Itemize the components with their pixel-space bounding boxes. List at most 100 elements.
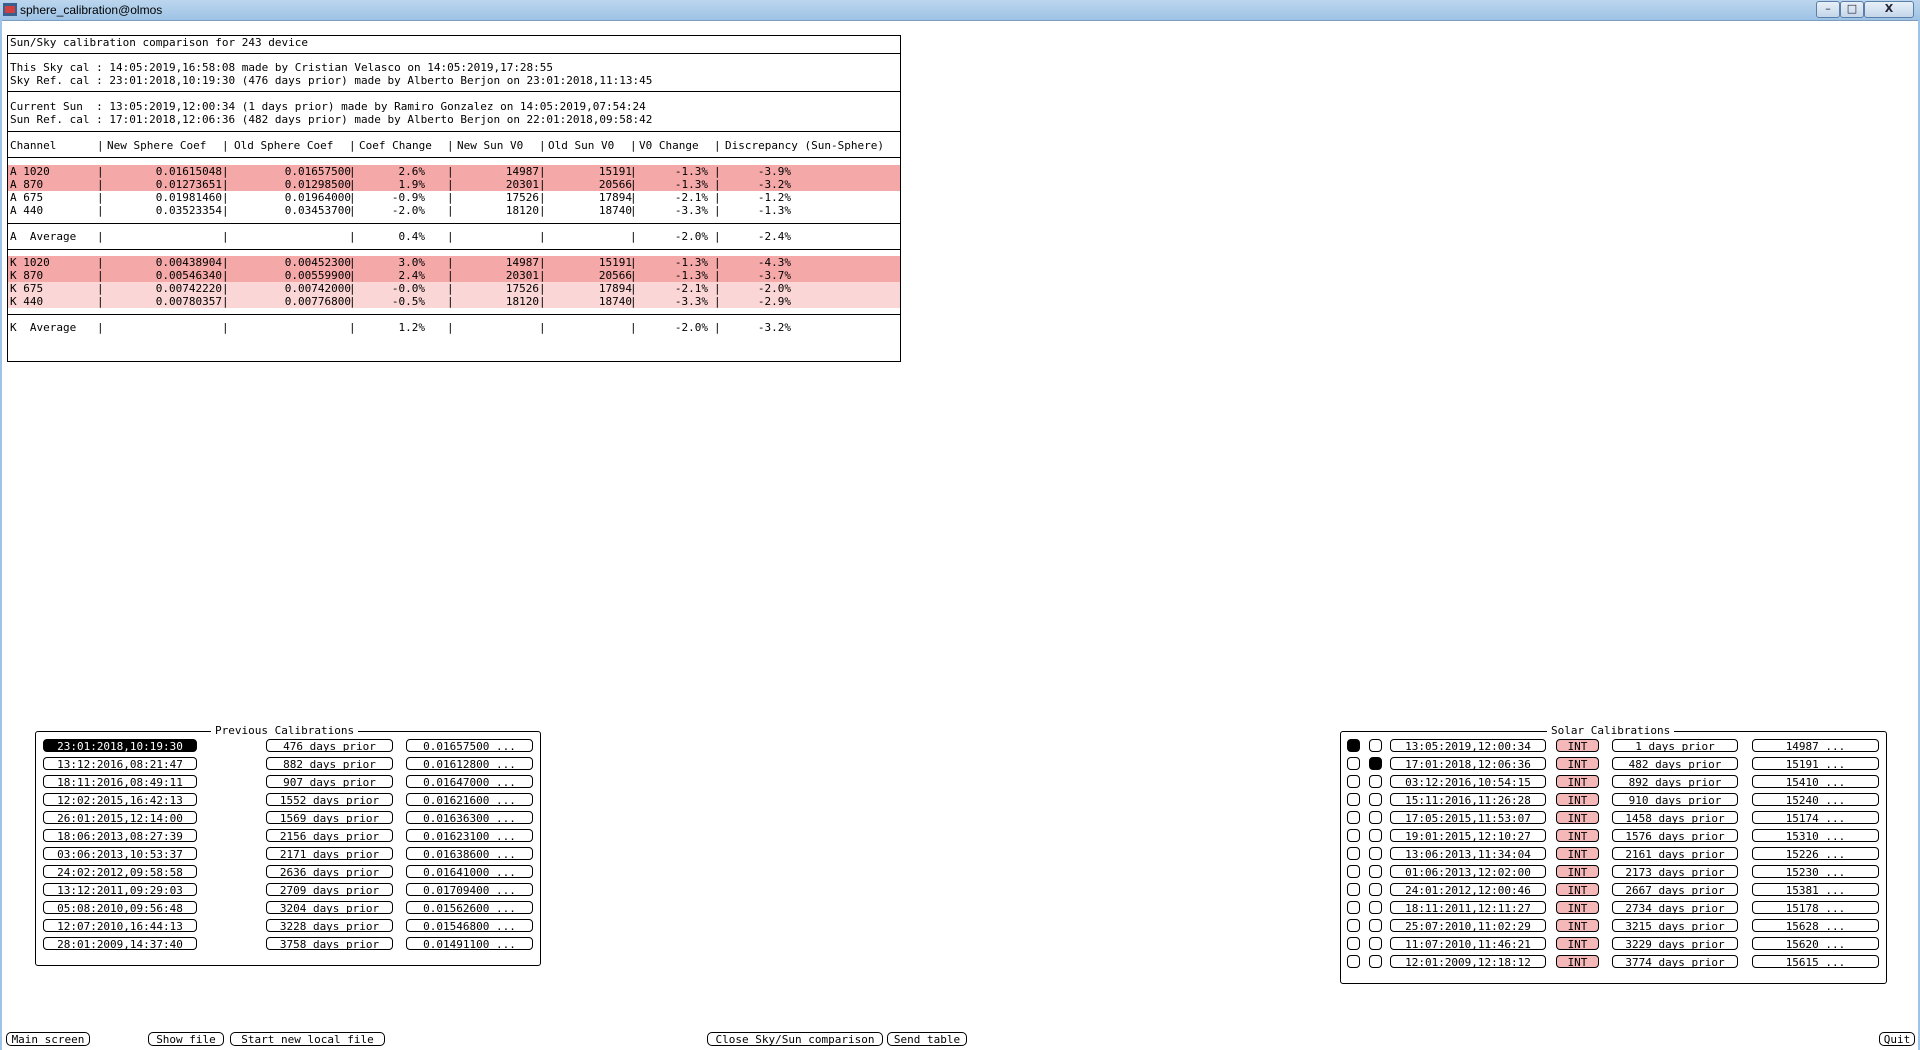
- solar-cal-int-badge[interactable]: INT: [1556, 901, 1599, 915]
- previous-cal-prior[interactable]: 3228 days prior: [266, 919, 393, 933]
- solar-cal-current-checkbox[interactable]: [1347, 901, 1360, 914]
- solar-cal-current-checkbox[interactable]: [1347, 793, 1360, 806]
- solar-cal-v0[interactable]: 15230 ...: [1752, 865, 1879, 879]
- start-new-local-file-button[interactable]: Start new local file: [230, 1032, 385, 1046]
- solar-cal-v0[interactable]: 15381 ...: [1752, 883, 1879, 897]
- solar-cal-int-badge[interactable]: INT: [1556, 883, 1599, 897]
- previous-cal-coef[interactable]: 0.01612800 ...: [406, 757, 533, 771]
- previous-cal-coef[interactable]: 0.01636300 ...: [406, 811, 533, 825]
- solar-cal-v0[interactable]: 15178 ...: [1752, 901, 1879, 915]
- previous-cal-coef[interactable]: 0.01657500 ...: [406, 739, 533, 753]
- previous-cal-coef[interactable]: 0.01562600 ...: [406, 901, 533, 915]
- solar-cal-date[interactable]: 25:07:2010,11:02:29: [1390, 919, 1546, 933]
- solar-cal-reference-checkbox[interactable]: [1369, 901, 1382, 914]
- solar-cal-reference-checkbox[interactable]: [1369, 793, 1382, 806]
- solar-cal-prior[interactable]: 1458 days prior: [1612, 811, 1738, 825]
- solar-cal-reference-checkbox[interactable]: [1369, 937, 1382, 950]
- solar-cal-int-badge[interactable]: INT: [1556, 775, 1599, 789]
- solar-cal-current-checkbox[interactable]: [1347, 811, 1360, 824]
- previous-cal-prior[interactable]: 907 days prior: [266, 775, 393, 789]
- solar-cal-prior[interactable]: 3229 days prior: [1612, 937, 1738, 951]
- solar-cal-date[interactable]: 17:01:2018,12:06:36: [1390, 757, 1546, 771]
- solar-cal-prior[interactable]: 2161 days prior: [1612, 847, 1738, 861]
- solar-cal-v0[interactable]: 14987 ...: [1752, 739, 1879, 753]
- solar-cal-int-badge[interactable]: INT: [1556, 919, 1599, 933]
- close-window-button[interactable]: X: [1864, 1, 1914, 18]
- previous-cal-prior[interactable]: 1569 days prior: [266, 811, 393, 825]
- solar-cal-date[interactable]: 24:01:2012,12:00:46: [1390, 883, 1546, 897]
- solar-cal-current-checkbox[interactable]: [1347, 739, 1360, 752]
- previous-cal-coef[interactable]: 0.01647000 ...: [406, 775, 533, 789]
- solar-cal-current-checkbox[interactable]: [1347, 847, 1360, 860]
- solar-cal-current-checkbox[interactable]: [1347, 883, 1360, 896]
- solar-cal-prior[interactable]: 2667 days prior: [1612, 883, 1738, 897]
- previous-cal-date[interactable]: 28:01:2009,14:37:40: [43, 937, 197, 951]
- previous-cal-date[interactable]: 18:06:2013,08:27:39: [43, 829, 197, 843]
- solar-cal-int-badge[interactable]: INT: [1556, 865, 1599, 879]
- previous-cal-prior[interactable]: 2636 days prior: [266, 865, 393, 879]
- solar-cal-date[interactable]: 15:11:2016,11:26:28: [1390, 793, 1546, 807]
- previous-cal-coef[interactable]: 0.01546800 ...: [406, 919, 533, 933]
- solar-cal-current-checkbox[interactable]: [1347, 955, 1360, 968]
- solar-cal-prior[interactable]: 910 days prior: [1612, 793, 1738, 807]
- solar-cal-reference-checkbox[interactable]: [1369, 811, 1382, 824]
- send-table-button[interactable]: Send table: [887, 1032, 967, 1046]
- solar-cal-date[interactable]: 13:06:2013,11:34:04: [1390, 847, 1546, 861]
- solar-cal-prior[interactable]: 892 days prior: [1612, 775, 1738, 789]
- solar-cal-prior[interactable]: 1576 days prior: [1612, 829, 1738, 843]
- solar-cal-int-badge[interactable]: INT: [1556, 739, 1599, 753]
- previous-cal-date[interactable]: 24:02:2012,09:58:58: [43, 865, 197, 879]
- solar-cal-current-checkbox[interactable]: [1347, 775, 1360, 788]
- solar-cal-reference-checkbox[interactable]: [1369, 847, 1382, 860]
- previous-cal-coef[interactable]: 0.01621600 ...: [406, 793, 533, 807]
- previous-cal-prior[interactable]: 882 days prior: [266, 757, 393, 771]
- previous-cal-date[interactable]: 23:01:2018,10:19:30: [43, 739, 197, 753]
- solar-cal-prior[interactable]: 3774 days prior: [1612, 955, 1738, 969]
- solar-cal-reference-checkbox[interactable]: [1369, 865, 1382, 878]
- minimize-button[interactable]: –: [1816, 1, 1840, 18]
- solar-cal-reference-checkbox[interactable]: [1369, 919, 1382, 932]
- solar-cal-v0[interactable]: 15240 ...: [1752, 793, 1879, 807]
- previous-cal-coef[interactable]: 0.01623100 ...: [406, 829, 533, 843]
- solar-cal-v0[interactable]: 15174 ...: [1752, 811, 1879, 825]
- solar-cal-int-badge[interactable]: INT: [1556, 937, 1599, 951]
- solar-cal-date[interactable]: 03:12:2016,10:54:15: [1390, 775, 1546, 789]
- previous-cal-prior[interactable]: 2171 days prior: [266, 847, 393, 861]
- solar-cal-current-checkbox[interactable]: [1347, 865, 1360, 878]
- previous-cal-date[interactable]: 26:01:2015,12:14:00: [43, 811, 197, 825]
- solar-cal-current-checkbox[interactable]: [1347, 757, 1360, 770]
- solar-cal-v0[interactable]: 15410 ...: [1752, 775, 1879, 789]
- solar-cal-reference-checkbox[interactable]: [1369, 955, 1382, 968]
- solar-cal-int-badge[interactable]: INT: [1556, 811, 1599, 825]
- solar-cal-int-badge[interactable]: INT: [1556, 847, 1599, 861]
- solar-cal-reference-checkbox[interactable]: [1369, 775, 1382, 788]
- solar-cal-v0[interactable]: 15191 ...: [1752, 757, 1879, 771]
- previous-cal-coef[interactable]: 0.01641000 ...: [406, 865, 533, 879]
- solar-cal-prior[interactable]: 482 days prior: [1612, 757, 1738, 771]
- close-comparison-button[interactable]: Close Sky/Sun comparison: [707, 1032, 883, 1046]
- solar-cal-prior[interactable]: 2173 days prior: [1612, 865, 1738, 879]
- solar-cal-date[interactable]: 17:05:2015,11:53:07: [1390, 811, 1546, 825]
- solar-cal-date[interactable]: 12:01:2009,12:18:12: [1390, 955, 1546, 969]
- previous-cal-coef[interactable]: 0.01491100 ...: [406, 937, 533, 951]
- solar-cal-v0[interactable]: 15615 ...: [1752, 955, 1879, 969]
- previous-cal-date[interactable]: 18:11:2016,08:49:11: [43, 775, 197, 789]
- solar-cal-v0[interactable]: 15226 ...: [1752, 847, 1879, 861]
- previous-cal-prior[interactable]: 3758 days prior: [266, 937, 393, 951]
- previous-cal-prior[interactable]: 2156 days prior: [266, 829, 393, 843]
- solar-cal-date[interactable]: 13:05:2019,12:00:34: [1390, 739, 1546, 753]
- solar-cal-reference-checkbox[interactable]: [1369, 739, 1382, 752]
- previous-cal-coef[interactable]: 0.01638600 ...: [406, 847, 533, 861]
- solar-cal-v0[interactable]: 15310 ...: [1752, 829, 1879, 843]
- previous-cal-prior[interactable]: 3204 days prior: [266, 901, 393, 915]
- solar-cal-prior[interactable]: 1 days prior: [1612, 739, 1738, 753]
- solar-cal-reference-checkbox[interactable]: [1369, 883, 1382, 896]
- solar-cal-date[interactable]: 01:06:2013,12:02:00: [1390, 865, 1546, 879]
- maximize-button[interactable]: □: [1840, 1, 1864, 18]
- previous-cal-prior[interactable]: 2709 days prior: [266, 883, 393, 897]
- solar-cal-reference-checkbox[interactable]: [1369, 757, 1382, 770]
- previous-cal-prior[interactable]: 476 days prior: [266, 739, 393, 753]
- solar-cal-v0[interactable]: 15628 ...: [1752, 919, 1879, 933]
- solar-cal-current-checkbox[interactable]: [1347, 829, 1360, 842]
- solar-cal-prior[interactable]: 2734 days prior: [1612, 901, 1738, 915]
